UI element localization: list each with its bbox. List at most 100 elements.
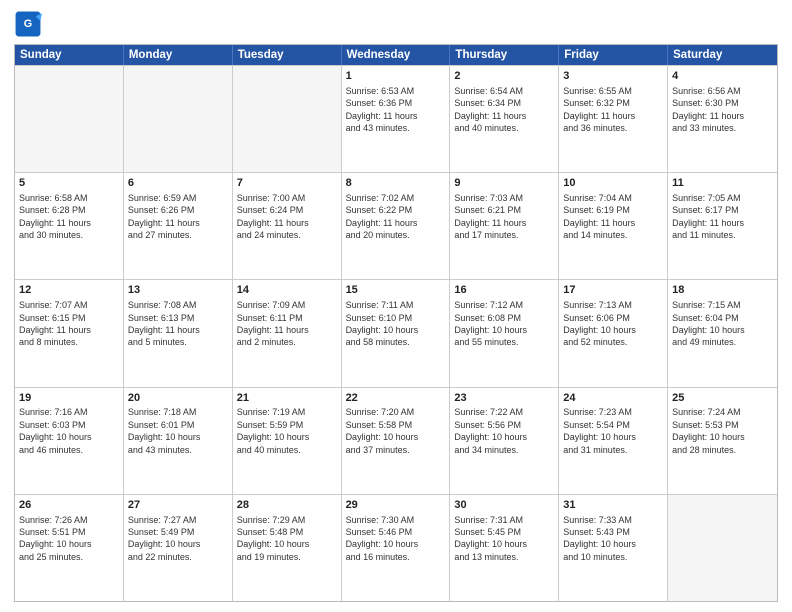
day-info: Sunrise: 7:33 AM Sunset: 5:43 PM Dayligh… xyxy=(563,514,663,564)
day-cell-22: 22Sunrise: 7:20 AM Sunset: 5:58 PM Dayli… xyxy=(342,388,451,494)
day-cell-7: 7Sunrise: 7:00 AM Sunset: 6:24 PM Daylig… xyxy=(233,173,342,279)
day-number: 20 xyxy=(128,391,228,406)
day-info: Sunrise: 7:02 AM Sunset: 6:22 PM Dayligh… xyxy=(346,192,446,242)
day-number: 5 xyxy=(19,176,119,191)
day-number: 30 xyxy=(454,498,554,513)
svg-text:G: G xyxy=(24,18,32,30)
day-info: Sunrise: 6:53 AM Sunset: 6:36 PM Dayligh… xyxy=(346,85,446,135)
day-number: 19 xyxy=(19,391,119,406)
day-number: 3 xyxy=(563,69,663,84)
day-cell-27: 27Sunrise: 7:27 AM Sunset: 5:49 PM Dayli… xyxy=(124,495,233,601)
day-info: Sunrise: 7:24 AM Sunset: 5:53 PM Dayligh… xyxy=(672,406,773,456)
day-info: Sunrise: 7:26 AM Sunset: 5:51 PM Dayligh… xyxy=(19,514,119,564)
day-number: 21 xyxy=(237,391,337,406)
day-cell-1: 1Sunrise: 6:53 AM Sunset: 6:36 PM Daylig… xyxy=(342,66,451,172)
day-number: 31 xyxy=(563,498,663,513)
day-cell-23: 23Sunrise: 7:22 AM Sunset: 5:56 PM Dayli… xyxy=(450,388,559,494)
day-cell-5: 5Sunrise: 6:58 AM Sunset: 6:28 PM Daylig… xyxy=(15,173,124,279)
day-info: Sunrise: 7:12 AM Sunset: 6:08 PM Dayligh… xyxy=(454,299,554,349)
header-day-tuesday: Tuesday xyxy=(233,45,342,65)
day-info: Sunrise: 7:07 AM Sunset: 6:15 PM Dayligh… xyxy=(19,299,119,349)
day-info: Sunrise: 7:23 AM Sunset: 5:54 PM Dayligh… xyxy=(563,406,663,456)
header: G xyxy=(14,10,778,38)
day-number: 23 xyxy=(454,391,554,406)
day-info: Sunrise: 7:31 AM Sunset: 5:45 PM Dayligh… xyxy=(454,514,554,564)
week-row-0: 1Sunrise: 6:53 AM Sunset: 6:36 PM Daylig… xyxy=(15,65,777,172)
day-number: 16 xyxy=(454,283,554,298)
day-info: Sunrise: 6:55 AM Sunset: 6:32 PM Dayligh… xyxy=(563,85,663,135)
day-cell-11: 11Sunrise: 7:05 AM Sunset: 6:17 PM Dayli… xyxy=(668,173,777,279)
header-day-wednesday: Wednesday xyxy=(342,45,451,65)
day-info: Sunrise: 7:16 AM Sunset: 6:03 PM Dayligh… xyxy=(19,406,119,456)
day-number: 15 xyxy=(346,283,446,298)
day-info: Sunrise: 6:59 AM Sunset: 6:26 PM Dayligh… xyxy=(128,192,228,242)
day-number: 18 xyxy=(672,283,773,298)
day-number: 2 xyxy=(454,69,554,84)
header-day-friday: Friday xyxy=(559,45,668,65)
empty-cell xyxy=(668,495,777,601)
day-number: 29 xyxy=(346,498,446,513)
day-number: 25 xyxy=(672,391,773,406)
logo: G xyxy=(14,10,46,38)
day-cell-3: 3Sunrise: 6:55 AM Sunset: 6:32 PM Daylig… xyxy=(559,66,668,172)
day-info: Sunrise: 6:54 AM Sunset: 6:34 PM Dayligh… xyxy=(454,85,554,135)
page: G SundayMondayTuesdayWednesdayThursdayFr… xyxy=(0,0,792,612)
day-info: Sunrise: 7:08 AM Sunset: 6:13 PM Dayligh… xyxy=(128,299,228,349)
day-cell-31: 31Sunrise: 7:33 AM Sunset: 5:43 PM Dayli… xyxy=(559,495,668,601)
day-cell-14: 14Sunrise: 7:09 AM Sunset: 6:11 PM Dayli… xyxy=(233,280,342,386)
day-info: Sunrise: 7:04 AM Sunset: 6:19 PM Dayligh… xyxy=(563,192,663,242)
day-number: 7 xyxy=(237,176,337,191)
day-info: Sunrise: 7:13 AM Sunset: 6:06 PM Dayligh… xyxy=(563,299,663,349)
day-cell-24: 24Sunrise: 7:23 AM Sunset: 5:54 PM Dayli… xyxy=(559,388,668,494)
day-info: Sunrise: 7:09 AM Sunset: 6:11 PM Dayligh… xyxy=(237,299,337,349)
day-cell-29: 29Sunrise: 7:30 AM Sunset: 5:46 PM Dayli… xyxy=(342,495,451,601)
week-row-3: 19Sunrise: 7:16 AM Sunset: 6:03 PM Dayli… xyxy=(15,387,777,494)
day-info: Sunrise: 7:11 AM Sunset: 6:10 PM Dayligh… xyxy=(346,299,446,349)
day-number: 22 xyxy=(346,391,446,406)
day-number: 26 xyxy=(19,498,119,513)
day-info: Sunrise: 7:00 AM Sunset: 6:24 PM Dayligh… xyxy=(237,192,337,242)
day-number: 28 xyxy=(237,498,337,513)
empty-cell xyxy=(124,66,233,172)
day-cell-28: 28Sunrise: 7:29 AM Sunset: 5:48 PM Dayli… xyxy=(233,495,342,601)
day-cell-26: 26Sunrise: 7:26 AM Sunset: 5:51 PM Dayli… xyxy=(15,495,124,601)
day-number: 11 xyxy=(672,176,773,191)
day-cell-15: 15Sunrise: 7:11 AM Sunset: 6:10 PM Dayli… xyxy=(342,280,451,386)
day-number: 24 xyxy=(563,391,663,406)
day-cell-17: 17Sunrise: 7:13 AM Sunset: 6:06 PM Dayli… xyxy=(559,280,668,386)
calendar: SundayMondayTuesdayWednesdayThursdayFrid… xyxy=(14,44,778,602)
day-number: 9 xyxy=(454,176,554,191)
day-cell-30: 30Sunrise: 7:31 AM Sunset: 5:45 PM Dayli… xyxy=(450,495,559,601)
week-row-4: 26Sunrise: 7:26 AM Sunset: 5:51 PM Dayli… xyxy=(15,494,777,601)
logo-icon: G xyxy=(14,10,42,38)
day-info: Sunrise: 7:27 AM Sunset: 5:49 PM Dayligh… xyxy=(128,514,228,564)
calendar-header: SundayMondayTuesdayWednesdayThursdayFrid… xyxy=(15,45,777,65)
day-info: Sunrise: 7:19 AM Sunset: 5:59 PM Dayligh… xyxy=(237,406,337,456)
day-info: Sunrise: 7:22 AM Sunset: 5:56 PM Dayligh… xyxy=(454,406,554,456)
day-number: 6 xyxy=(128,176,228,191)
day-info: Sunrise: 7:20 AM Sunset: 5:58 PM Dayligh… xyxy=(346,406,446,456)
empty-cell xyxy=(15,66,124,172)
day-info: Sunrise: 6:58 AM Sunset: 6:28 PM Dayligh… xyxy=(19,192,119,242)
day-number: 10 xyxy=(563,176,663,191)
day-info: Sunrise: 7:05 AM Sunset: 6:17 PM Dayligh… xyxy=(672,192,773,242)
day-number: 17 xyxy=(563,283,663,298)
day-info: Sunrise: 7:29 AM Sunset: 5:48 PM Dayligh… xyxy=(237,514,337,564)
day-cell-19: 19Sunrise: 7:16 AM Sunset: 6:03 PM Dayli… xyxy=(15,388,124,494)
day-cell-8: 8Sunrise: 7:02 AM Sunset: 6:22 PM Daylig… xyxy=(342,173,451,279)
empty-cell xyxy=(233,66,342,172)
header-day-saturday: Saturday xyxy=(668,45,777,65)
day-cell-12: 12Sunrise: 7:07 AM Sunset: 6:15 PM Dayli… xyxy=(15,280,124,386)
header-day-thursday: Thursday xyxy=(450,45,559,65)
day-cell-10: 10Sunrise: 7:04 AM Sunset: 6:19 PM Dayli… xyxy=(559,173,668,279)
day-cell-16: 16Sunrise: 7:12 AM Sunset: 6:08 PM Dayli… xyxy=(450,280,559,386)
day-info: Sunrise: 7:15 AM Sunset: 6:04 PM Dayligh… xyxy=(672,299,773,349)
day-cell-4: 4Sunrise: 6:56 AM Sunset: 6:30 PM Daylig… xyxy=(668,66,777,172)
day-number: 1 xyxy=(346,69,446,84)
day-number: 8 xyxy=(346,176,446,191)
calendar-body: 1Sunrise: 6:53 AM Sunset: 6:36 PM Daylig… xyxy=(15,65,777,601)
day-cell-13: 13Sunrise: 7:08 AM Sunset: 6:13 PM Dayli… xyxy=(124,280,233,386)
day-cell-6: 6Sunrise: 6:59 AM Sunset: 6:26 PM Daylig… xyxy=(124,173,233,279)
day-info: Sunrise: 6:56 AM Sunset: 6:30 PM Dayligh… xyxy=(672,85,773,135)
day-cell-21: 21Sunrise: 7:19 AM Sunset: 5:59 PM Dayli… xyxy=(233,388,342,494)
